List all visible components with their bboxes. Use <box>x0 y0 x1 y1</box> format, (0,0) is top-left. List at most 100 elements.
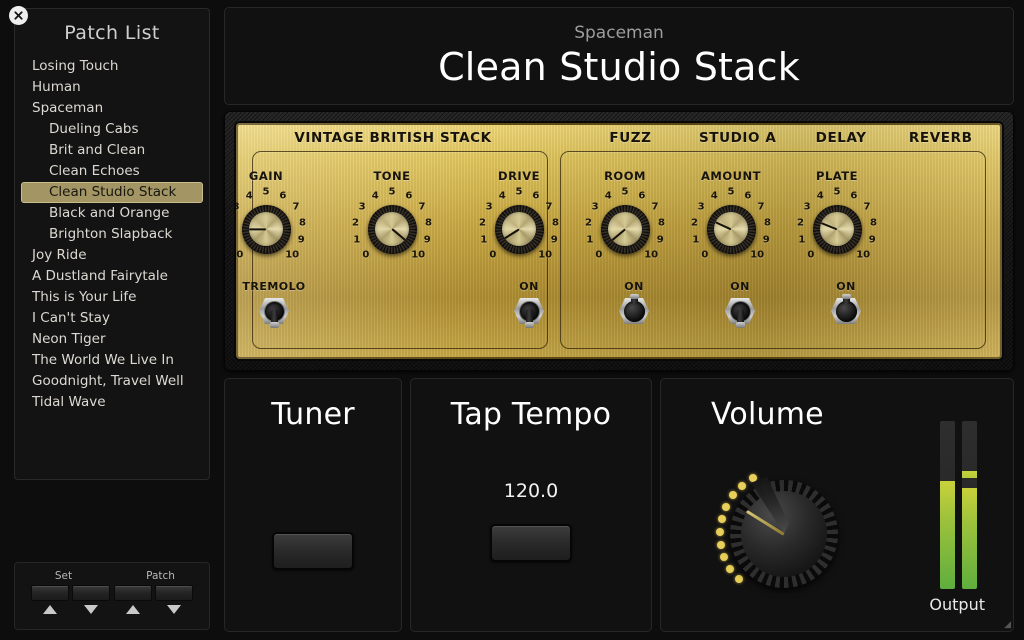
knob-cap <box>249 212 283 246</box>
knob-tick: 7 <box>418 201 426 213</box>
volume-led <box>720 553 729 562</box>
close-circle-icon[interactable] <box>9 6 28 25</box>
patch-item-selected[interactable]: Clean Studio Stack <box>21 182 203 203</box>
knob-cap <box>375 212 409 246</box>
patch-item[interactable]: Dueling Cabs <box>21 119 203 140</box>
meter-fill <box>940 481 955 589</box>
patch-item[interactable]: Joy Ride <box>21 245 203 266</box>
knob-body[interactable] <box>600 204 650 254</box>
toggle-switch[interactable] <box>724 296 756 328</box>
patch-item[interactable]: Goodnight, Travel Well <box>21 371 203 392</box>
knob-tick: 10 <box>285 249 300 261</box>
patch-up-button[interactable] <box>113 585 152 601</box>
patch-list[interactable]: Losing Touch Human Spaceman Dueling Cabs Bri… <box>15 56 209 413</box>
knob-tick: 8 <box>299 217 307 229</box>
tap-tempo-title: Tap Tempo <box>450 397 612 432</box>
knob-wrap[interactable]: 012345678910 <box>344 186 440 272</box>
patch-down-button[interactable] <box>155 585 194 601</box>
knob-plate[interactable]: PLATE 0 1 2 3 4 5 6 7 8 9 10 <box>789 169 885 272</box>
patch-item[interactable]: Clean Echoes <box>21 161 203 182</box>
knob-tone[interactable]: TONE 0 1 2 3 4 5 6 7 8 9 10 <box>344 169 440 272</box>
output-meters <box>940 421 977 589</box>
knob-room[interactable]: ROOM 0 1 2 3 4 5 6 7 8 9 10 <box>577 169 673 272</box>
patch-item[interactable]: Brighton Slapback <box>21 224 203 245</box>
toggle-label: ON <box>624 280 644 293</box>
knob-gain[interactable]: GAIN012345678910 <box>236 169 314 272</box>
resize-handle[interactable]: ◢ <box>1004 620 1011 630</box>
set-up-indicator <box>31 605 69 614</box>
patch-item[interactable]: Brit and Clean <box>21 140 203 161</box>
knob-tick: 5 <box>388 186 396 198</box>
knob-tick: 4 <box>816 190 824 202</box>
toggle-switch[interactable] <box>830 294 862 326</box>
amp-section-title: REVERB <box>908 130 973 146</box>
patch-item[interactable]: Human <box>21 77 203 98</box>
toggle-on-4[interactable]: ON <box>806 280 886 326</box>
knob-tick: 10 <box>856 249 871 261</box>
volume-led <box>734 575 743 584</box>
patch-item[interactable]: The World We Live In <box>21 350 203 371</box>
toggle-on-1[interactable]: ON <box>489 280 569 328</box>
volume-led <box>729 491 737 500</box>
patch-item[interactable]: This is Your Life <box>21 287 203 308</box>
knob-tick: 9 <box>423 234 431 246</box>
knob-tick: 9 <box>762 234 770 246</box>
volume-knob[interactable] <box>709 459 859 609</box>
patch-item[interactable]: I Can't Stay <box>21 308 203 329</box>
knob-body[interactable] <box>241 204 291 254</box>
knob-tick: 0 <box>701 249 709 261</box>
toggle-on-3[interactable]: ON <box>700 280 780 328</box>
toggle-on-2[interactable]: ON <box>594 280 674 326</box>
patch-item[interactable]: Losing Touch <box>21 56 203 77</box>
triangle-up-icon <box>42 605 57 614</box>
knob-label: AMOUNT <box>701 169 761 183</box>
knob-wrap[interactable]: 012345678910 <box>789 186 885 272</box>
triangle-down-icon <box>84 605 99 614</box>
knob-tick: 7 <box>292 201 300 213</box>
output-label: Output <box>929 595 985 614</box>
tuner-pad-button[interactable] <box>272 532 354 570</box>
amp-section-title: VINTAGE BRITISH STACK <box>294 130 492 146</box>
patch-item[interactable]: Spaceman <box>21 98 203 119</box>
knob-wrap[interactable]: 012345678910 <box>471 186 567 272</box>
volume-knob-body[interactable] <box>730 480 838 588</box>
knob-tick: 2 <box>351 217 359 229</box>
toggle-tremolo[interactable]: TREMOLO <box>236 280 314 328</box>
output-meter-right <box>962 421 977 589</box>
patch-item[interactable]: Neon Tiger <box>21 329 203 350</box>
volume-led <box>748 474 757 483</box>
knob-pointer <box>249 227 266 231</box>
knob-tick: 7 <box>757 201 765 213</box>
toggle-label: ON <box>836 280 856 293</box>
knob-label: TONE <box>373 169 411 183</box>
knob-tick: 9 <box>550 234 558 246</box>
patch-item[interactable]: Tidal Wave <box>21 392 203 413</box>
patch-set-name: Spaceman <box>574 23 664 43</box>
triangle-up-icon <box>125 605 140 614</box>
knob-wrap[interactable]: 012345678910 <box>683 186 779 272</box>
knob-tick: 5 <box>515 186 523 198</box>
toggle-switch[interactable] <box>618 294 650 326</box>
knob-tick: 10 <box>644 249 659 261</box>
knob-amount[interactable]: AMOUNT 0 1 2 3 4 5 6 7 8 9 10 <box>683 169 779 272</box>
knob-drive[interactable]: DRIVE 0 1 2 3 4 5 6 7 8 9 10 <box>471 169 567 272</box>
amp-section-title: STUDIO A <box>698 130 777 146</box>
knob-body[interactable] <box>812 204 862 254</box>
knob-tick: 0 <box>362 249 370 261</box>
tuner-title: Tuner <box>271 397 355 432</box>
patch-name: Clean Studio Stack <box>438 45 800 89</box>
set-up-button[interactable] <box>30 585 69 601</box>
knob-body[interactable] <box>494 204 544 254</box>
knob-wrap[interactable]: 012345678910 <box>236 186 314 272</box>
set-down-button[interactable] <box>72 585 111 601</box>
patch-item[interactable]: Black and Orange <box>21 203 203 224</box>
knob-body[interactable] <box>706 204 756 254</box>
knob-wrap[interactable]: 012345678910 <box>577 186 673 272</box>
knob-tick: 6 <box>744 190 752 202</box>
toggle-switch[interactable] <box>258 296 290 328</box>
knob-body[interactable] <box>367 204 417 254</box>
tap-pad-button[interactable] <box>490 524 572 562</box>
patch-item[interactable]: A Dustland Fairytale <box>21 266 203 287</box>
toggle-switch[interactable] <box>513 296 545 328</box>
tempo-value: 120.0 <box>503 480 559 502</box>
